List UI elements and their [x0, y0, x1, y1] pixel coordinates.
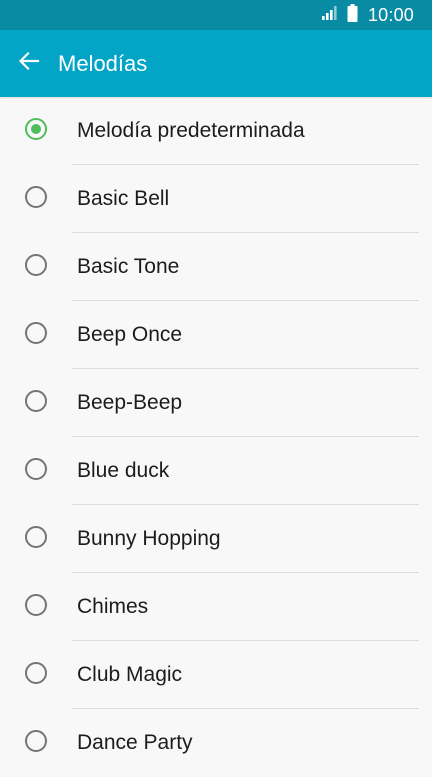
arrow-left-icon [18, 50, 40, 77]
battery-icon [347, 3, 358, 27]
ringtone-label: Dance Party [77, 731, 193, 754]
ringtone-item[interactable]: Chimes [0, 573, 432, 641]
radio-button-checked[interactable] [25, 118, 47, 140]
radio-button[interactable] [25, 594, 47, 616]
ringtone-item[interactable]: Basic Tone [0, 233, 432, 301]
status-icons: 10:00 [321, 0, 414, 30]
radio-button[interactable] [25, 254, 47, 276]
page-title: Melodías [58, 51, 148, 76]
radio-button[interactable] [25, 662, 47, 684]
status-bar: 10:00 [0, 0, 432, 30]
radio-button[interactable] [25, 322, 47, 344]
ringtone-item[interactable]: Dance Party [0, 709, 432, 777]
ringtone-item[interactable]: Club Magic [0, 641, 432, 709]
ringtone-label: Beep Once [77, 323, 183, 346]
radio-button[interactable] [25, 730, 47, 752]
signal-icon [321, 5, 337, 26]
ringtone-label: Basic Bell [77, 187, 170, 210]
ringtone-item[interactable]: Beep-Beep [0, 369, 432, 437]
radio-button[interactable] [25, 526, 47, 548]
ringtone-label: Blue duck [77, 459, 170, 482]
ringtone-item[interactable]: Basic Bell [0, 165, 432, 233]
ringtone-label: Club Magic [77, 663, 183, 686]
ringtone-item[interactable]: Blue duck [0, 437, 432, 505]
ringtone-item[interactable]: Bunny Hopping [0, 505, 432, 573]
radio-button[interactable] [25, 458, 47, 480]
ringtone-list: Melodía predeterminada Basic Bell Basic … [0, 97, 432, 777]
ringtone-label: Bunny Hopping [77, 527, 221, 550]
radio-button[interactable] [25, 390, 47, 412]
back-button[interactable] [10, 44, 48, 82]
ringtone-label: Chimes [77, 595, 149, 618]
app-bar: Melodías [0, 30, 432, 97]
ringtone-item[interactable]: Melodía predeterminada [0, 97, 432, 165]
status-time: 10:00 [367, 4, 414, 25]
ringtone-item[interactable]: Beep Once [0, 301, 432, 369]
ringtone-label: Basic Tone [77, 255, 180, 278]
ringtone-label: Beep-Beep [77, 391, 183, 414]
ringtone-label: Melodía predeterminada [77, 119, 305, 142]
radio-button[interactable] [25, 186, 47, 208]
